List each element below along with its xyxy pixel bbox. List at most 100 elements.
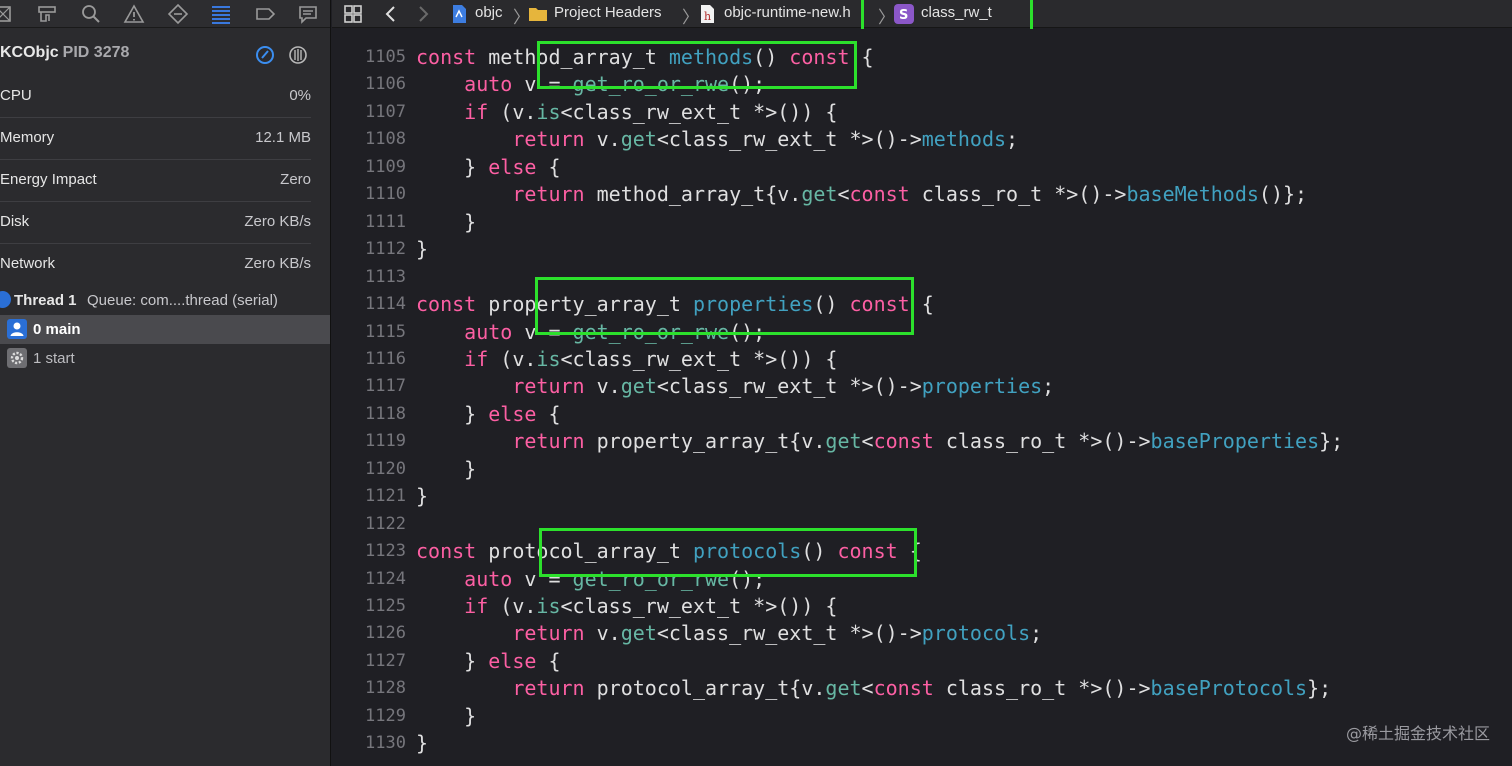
line-number[interactable]: 1119 [346,431,406,451]
code-token: method_array_t{v. [596,182,802,207]
metric-label: Network [0,255,56,272]
code-token: else [488,648,549,673]
code-token: <class_rw_ext_t *>()-> [656,621,922,646]
metric-network[interactable]: Network Zero KB/s [0,244,311,286]
related-items-grid-icon[interactable] [342,3,364,25]
code-token: }; [1307,676,1332,701]
line-number[interactable]: 1107 [346,102,406,122]
jump-bar-item-header-file[interactable]: objc-runtime-new.h [724,4,851,21]
code-token: v. [596,374,621,399]
line-number[interactable]: 1125 [346,596,406,616]
code-token: get [825,676,862,701]
line-number[interactable]: 1127 [346,651,406,671]
line-number[interactable]: 1128 [346,678,406,698]
thread-view-icon[interactable] [288,45,308,65]
code-token: } [416,209,477,234]
test-diamond-icon[interactable] [167,3,189,25]
source-editor[interactable]: 1105 const method_array_t methods() const… [332,29,1512,766]
line-number[interactable]: 1117 [346,376,406,396]
highlight-box-methods [537,41,857,89]
back-chevron-icon[interactable] [380,3,402,25]
code-token: return [416,127,597,152]
report-icon[interactable] [297,3,319,25]
breakpoint-icon[interactable] [254,3,276,25]
code-line: 1119 return property_array_t{v.get<const… [332,429,1512,456]
gauge-icon[interactable] [255,45,275,65]
code-token: < [837,182,850,207]
warning-icon[interactable] [123,3,145,25]
stack-frame-start[interactable]: 1 start [0,344,330,373]
code-token: class_ro_t *>()-> [945,676,1151,701]
line-number[interactable]: 1129 [346,706,406,726]
system-frame-gear-icon [7,348,27,368]
metric-cpu[interactable]: CPU 0% [0,76,311,118]
code-token: return [416,429,597,454]
debug-navigator-icon[interactable] [210,3,232,25]
forward-chevron-icon[interactable] [412,3,434,25]
jump-bar-item-objc[interactable]: objc [475,4,503,21]
metric-value: 12.1 MB [255,129,311,146]
line-number[interactable]: 1124 [346,569,406,589]
line-number[interactable]: 1123 [346,541,406,561]
line-number[interactable]: 1106 [346,74,406,94]
svg-text:h: h [704,10,711,23]
code-token: { [861,45,874,69]
code-line: 1124 auto v = get_ro_or_rwe(); [332,567,1512,594]
code-token: { [548,154,561,179]
process-title[interactable]: KCObjc PID 3278 [0,44,129,62]
code-line: 1117 return v.get<class_rw_ext_t *>()->p… [332,374,1512,401]
metric-memory[interactable]: Memory 12.1 MB [0,118,311,160]
thread-icon [0,291,11,308]
project-file-icon [448,3,470,25]
line-number[interactable]: 1108 [346,129,406,149]
metric-label: CPU [0,87,32,104]
thread-row[interactable]: Thread 1 Queue: com....thread (serial) [0,288,330,314]
search-icon[interactable] [80,3,102,25]
metric-value: Zero [280,171,311,188]
line-number[interactable]: 1105 [346,47,406,67]
process-pid: PID 3278 [62,44,130,61]
line-number[interactable]: 1116 [346,349,406,369]
line-number[interactable]: 1112 [346,239,406,259]
line-number[interactable]: 1122 [346,514,406,534]
project-navigator-icon[interactable] [0,3,14,25]
stack-frame-main[interactable]: 0 main [0,315,330,344]
code-token: } [416,703,477,728]
line-number[interactable]: 1111 [346,212,406,232]
code-token: if [416,99,501,124]
code-line: 1110 return method_array_t{v.get<const c… [332,182,1512,209]
code-token: } [416,648,489,673]
jump-bar-item-project-headers[interactable]: Project Headers [554,4,662,21]
metric-disk[interactable]: Disk Zero KB/s [0,202,311,244]
line-number[interactable]: 1118 [346,404,406,424]
thread-name: Thread 1 [14,292,77,309]
code-text: return property_array_t{v.get<const clas… [416,429,1343,453]
code-token: get [620,374,657,399]
line-number[interactable]: 1114 [346,294,406,314]
line-number[interactable]: 1126 [346,623,406,643]
code-line: 1128 return protocol_array_t{v.get<const… [332,676,1512,703]
code-token: property_array_t{v. [596,429,826,454]
code-token: } [416,154,489,179]
line-number[interactable]: 1109 [346,157,406,177]
line-number[interactable]: 1120 [346,459,406,479]
header-file-icon: h [696,3,718,25]
line-number[interactable]: 1130 [346,733,406,753]
code-token: const [416,539,489,564]
line-number[interactable]: 1121 [346,486,406,506]
metric-value: 0% [289,87,311,104]
source-control-icon[interactable] [36,3,58,25]
metric-energy-impact[interactable]: Energy Impact Zero [0,160,311,202]
navigator-toolbar [0,0,330,28]
code-text: return v.get<class_rw_ext_t *>()->proper… [416,374,1054,398]
metric-value: Zero KB/s [244,255,311,272]
code-line: 1122 [332,512,1512,539]
line-number[interactable]: 1113 [346,267,406,287]
line-number[interactable]: 1110 [346,184,406,204]
code-token: auto [416,319,525,344]
line-number[interactable]: 1115 [346,322,406,342]
code-token: else [488,401,549,426]
code-token: } [416,401,489,426]
code-line: 1130} [332,731,1512,758]
thread-queue: Queue: com....thread (serial) [87,292,278,309]
